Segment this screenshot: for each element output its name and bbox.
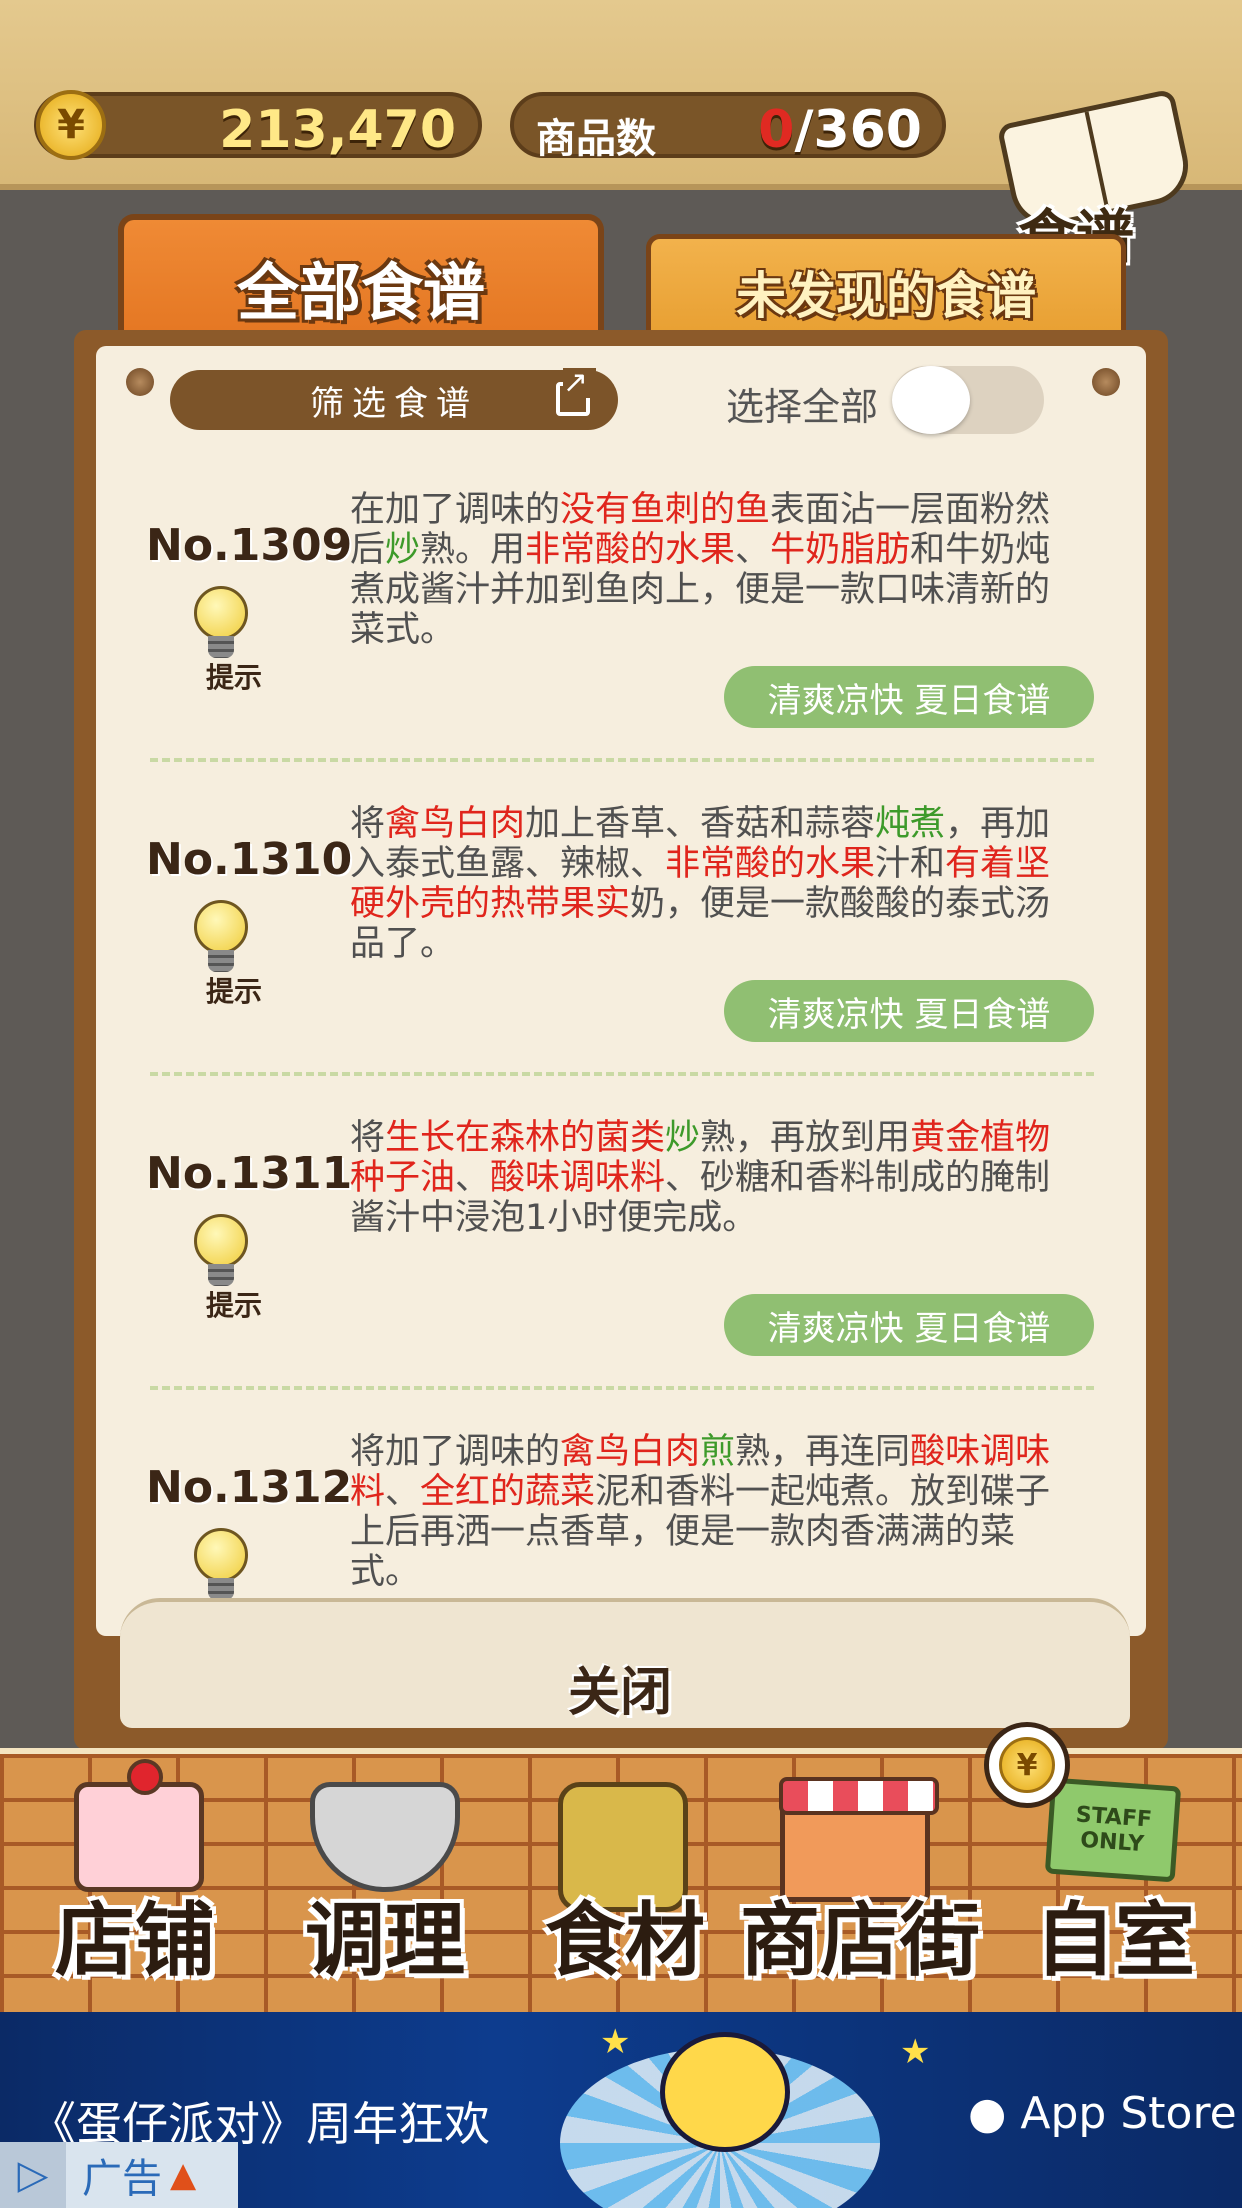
ingredient-keyword: 牛奶脂肪 <box>770 530 911 570</box>
nav-label: 食材 <box>545 1894 705 1987</box>
apple-logo-icon: ● <box>968 2088 1007 2139</box>
ingredient-keyword: 非常酸的水果 <box>665 844 876 884</box>
desc-text: 将 <box>350 1118 386 1158</box>
close-button[interactable]: 关闭 <box>520 1650 720 1723</box>
nav-shop-front[interactable]: 店铺 <box>30 1754 240 2018</box>
goods-label: 商品数 <box>536 116 656 162</box>
money-value: 213,470 <box>219 100 456 160</box>
recipe-tag: 清爽凉快 夏日食谱 <box>724 980 1094 1042</box>
toggle-knob <box>892 366 970 434</box>
nav-label: 调理 <box>305 1894 465 1987</box>
filter-recipes-label: 筛选食谱 <box>310 383 478 424</box>
desc-text: 熟，再连同 <box>735 1432 911 1472</box>
hint-label: 提示 <box>206 975 263 1008</box>
goods-count: 0/360 <box>758 100 922 160</box>
play-icon: ▷ <box>0 2142 66 2208</box>
lightbulb-hint-icon[interactable] <box>192 586 250 662</box>
hint-label: 提示 <box>206 661 263 694</box>
money-display: ¥ 213,470 <box>34 90 482 160</box>
recipe-number: No.1309 <box>146 520 353 571</box>
filter-recipes-button[interactable]: 筛选食谱 <box>170 368 618 430</box>
method-keyword: 炖煮 <box>875 804 946 844</box>
ad-badge[interactable]: ▷ 广告 ▲ <box>0 2142 238 2208</box>
method-keyword: 炒 <box>385 530 421 570</box>
ingredient-keyword: 禽鸟白肉 <box>385 804 526 844</box>
desc-text: 加上香草、香菇和蒜蓉 <box>525 804 876 844</box>
divider <box>150 758 1094 762</box>
rocket-icon: ▲ <box>170 2155 197 2195</box>
goods-current: 0 <box>758 100 795 160</box>
mascot-icon <box>660 2032 790 2152</box>
star-icon: ★ <box>900 2032 931 2072</box>
recipe-number: No.1312 <box>146 1462 353 1513</box>
app-store-label: ● App Store <box>968 2088 1237 2139</box>
divider <box>150 1072 1094 1076</box>
method-keyword: 煎 <box>700 1432 736 1472</box>
desc-text: 汁和 <box>875 844 946 884</box>
divider <box>150 1386 1094 1390</box>
method-keyword: 炒 <box>665 1118 701 1158</box>
recipe-row-1311[interactable]: No.1311 提示 将生长在森林的菌类炒熟，再放到用黄金植物种子油、酸味调味料… <box>130 1118 1100 1418</box>
hint-label: 提示 <box>206 1289 263 1322</box>
recipe-description: 将生长在森林的菌类炒熟，再放到用黄金植物种子油、酸味调味料、砂糖和香料制成的腌制… <box>350 1118 1084 1238</box>
recipe-number: No.1311 <box>146 1148 353 1199</box>
recipe-description: 将禽鸟白肉加上香草、香菇和蒜蓉炖煮，再加入泰式鱼露、辣椒、非常酸的水果汁和有着坚… <box>350 804 1084 964</box>
desc-text: 将 <box>350 804 386 844</box>
tab-undiscovered-recipes[interactable]: 未发现的食谱 <box>646 234 1126 344</box>
ingredient-keyword: 没有鱼刺的鱼 <box>560 490 771 530</box>
desc-text: 、 <box>385 1472 421 1512</box>
ingredient-keyword: 禽鸟白肉 <box>560 1432 701 1472</box>
star-icon: ★ <box>600 2022 631 2062</box>
recipe-tag: 清爽凉快 夏日食谱 <box>724 666 1094 728</box>
goods-total: /360 <box>794 100 922 160</box>
lightbulb-hint-icon[interactable] <box>192 900 250 976</box>
yen-coin-icon: ¥ <box>984 1722 1070 1808</box>
nav-cooking[interactable]: 调理 <box>270 1754 500 2018</box>
recipe-number: No.1310 <box>146 834 353 885</box>
staff-only-sign-icon: STAFF ONLY <box>1044 1777 1182 1883</box>
ingredient-keyword: 生长在森林的菌类 <box>385 1118 666 1158</box>
recipe-tag: 清爽凉快 夏日食谱 <box>724 1294 1094 1356</box>
recipe-description: 在加了调味的没有鱼刺的鱼表面沾一层面粉然后炒熟。用非常酸的水果、牛奶脂肪和牛奶炖… <box>350 490 1084 650</box>
ingredient-keyword: 全红的蔬菜 <box>420 1472 596 1512</box>
select-all-toggle[interactable] <box>892 366 1044 434</box>
recipe-row-1310[interactable]: No.1310 提示 将禽鸟白肉加上香草、香菇和蒜蓉炖煮，再加入泰式鱼露、辣椒、… <box>130 804 1100 1104</box>
desc-text: 熟。用 <box>420 530 526 570</box>
lightbulb-hint-icon[interactable] <box>192 1214 250 1290</box>
pin-icon <box>1092 368 1120 396</box>
nav-shopping-street[interactable]: 商店街 <box>730 1754 990 2018</box>
desc-text: 、 <box>735 530 771 570</box>
recipe-description: 将加了调味的禽鸟白肉煎熟，再连同酸味调味料、全红的蔬菜泥和香料一起炖煮。放到碟子… <box>350 1432 1084 1592</box>
desc-text: 熟，再放到用 <box>700 1118 911 1158</box>
goods-count-display: 商品数 0/360 <box>510 92 946 162</box>
ingredient-keyword: 非常酸的水果 <box>525 530 736 570</box>
desc-text: 将加了调味的 <box>350 1432 561 1472</box>
desc-text: 在加了调味的 <box>350 490 561 530</box>
nav-ingredients[interactable]: 食材 <box>520 1754 730 2018</box>
ad-label: 广告 <box>82 2156 162 2202</box>
recipe-row-1309[interactable]: No.1309 提示 在加了调味的没有鱼刺的鱼表面沾一层面粉然后炒熟。用非常酸的… <box>130 490 1100 790</box>
ingredient-keyword: 酸味调味料 <box>490 1158 666 1198</box>
nav-label: 商店街 <box>740 1894 980 1987</box>
pin-icon <box>126 368 154 396</box>
nav-label: 店铺 <box>55 1894 215 1987</box>
select-all-label: 选择全部 <box>726 385 879 429</box>
external-link-icon <box>556 368 596 416</box>
lightbulb-hint-icon[interactable] <box>192 1528 250 1604</box>
yen-coin-icon: ¥ <box>36 90 106 160</box>
desc-text: 、 <box>455 1158 491 1198</box>
nav-label: 自室 <box>1035 1894 1195 1987</box>
